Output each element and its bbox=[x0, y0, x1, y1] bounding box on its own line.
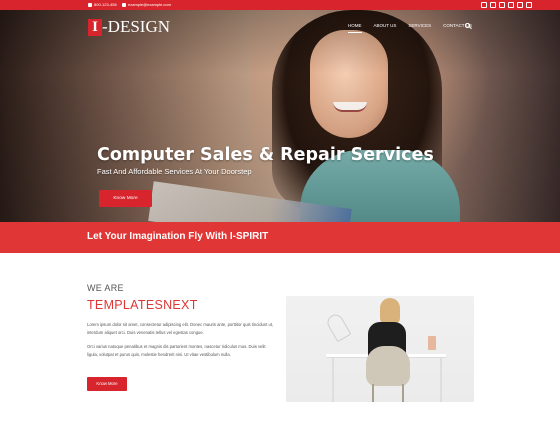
site-logo[interactable]: I -DESIGN bbox=[88, 16, 170, 38]
nav-about-us[interactable]: ABOUT US bbox=[368, 22, 403, 30]
hero-title: Computer Sales & Repair Services bbox=[97, 145, 434, 165]
nav-contact-us[interactable]: CONTACT US bbox=[437, 22, 478, 30]
phone-icon bbox=[88, 2, 92, 7]
logo-text: -DESIGN bbox=[102, 17, 170, 36]
hero-know-more-button[interactable]: Know More bbox=[99, 190, 152, 207]
social-links bbox=[481, 2, 532, 8]
about-heading: TEMPLATESNEXT bbox=[87, 298, 198, 312]
about-know-more-button[interactable]: Know More bbox=[87, 377, 127, 391]
facebook-icon[interactable] bbox=[490, 2, 496, 8]
instagram-icon[interactable] bbox=[508, 2, 514, 8]
twitter-icon[interactable] bbox=[481, 2, 487, 8]
tagline-banner: Let Your Imagination Fly With I-SPIRIT bbox=[0, 222, 560, 253]
phone-contact[interactable]: 800-123-456 bbox=[88, 1, 117, 9]
hero-section bbox=[0, 10, 560, 222]
nav-home[interactable]: HOME bbox=[342, 22, 368, 33]
top-bar: 800-123-456 example@example.com bbox=[0, 0, 560, 10]
search-icon[interactable] bbox=[465, 23, 472, 29]
about-paragraph-1: Lorem ipsum dolor sit amet, consectetur … bbox=[87, 322, 274, 335]
email-icon bbox=[122, 2, 126, 7]
flickr-icon[interactable] bbox=[526, 2, 532, 8]
youtube-icon[interactable] bbox=[517, 2, 523, 8]
about-photo bbox=[286, 296, 474, 402]
hero-subtitle: Fast And Affordable Services At Your Doo… bbox=[97, 167, 252, 176]
email-contact[interactable]: example@example.com bbox=[122, 1, 171, 9]
main-nav: HOME ABOUT US SERVICES CONTACT US bbox=[342, 22, 478, 33]
banner-text: Let Your Imagination Fly With I-SPIRIT bbox=[87, 231, 269, 242]
linkedin-icon[interactable] bbox=[499, 2, 505, 8]
logo-mark: I bbox=[88, 18, 102, 36]
about-kicker: WE ARE bbox=[87, 283, 124, 293]
email-address: example@example.com bbox=[128, 2, 171, 7]
hero-image bbox=[0, 10, 560, 222]
phone-number: 800-123-456 bbox=[94, 2, 117, 7]
nav-services[interactable]: SERVICES bbox=[402, 22, 437, 30]
about-paragraph-2: Orci varius natoque penatibus et magnis … bbox=[87, 344, 266, 357]
